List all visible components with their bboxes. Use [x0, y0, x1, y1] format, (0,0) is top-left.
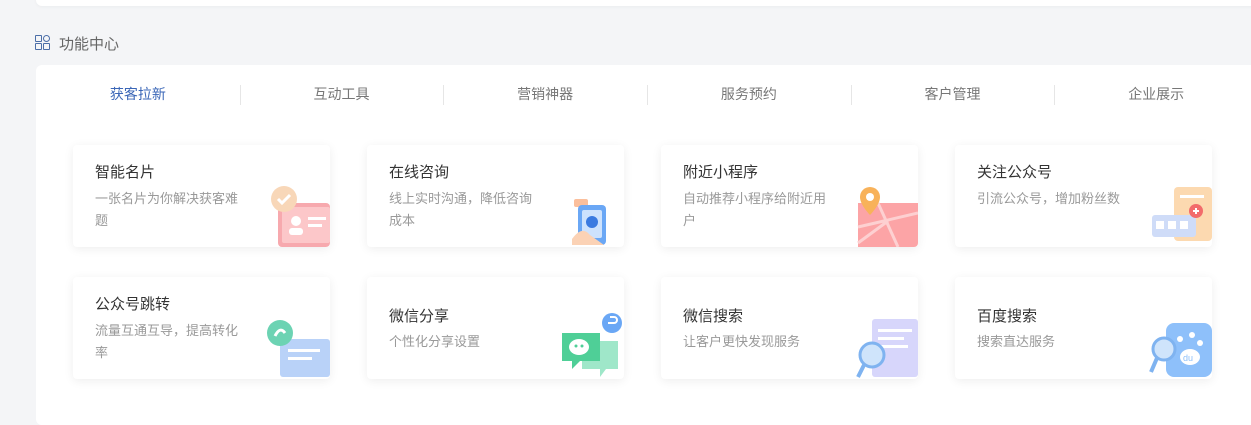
wechat-share-icon [562, 313, 622, 377]
card-title: 百度搜索 [977, 307, 1038, 325]
tab-acquisition[interactable]: 获客拉新 [36, 83, 240, 107]
redirect-icon [267, 320, 330, 377]
card-wechat-share[interactable]: 微信分享 个性化分享设置 [367, 277, 624, 379]
section-title: 功能中心 [59, 34, 120, 53]
card-title: 在线咨询 [389, 163, 450, 181]
card-title: 智能名片 [95, 163, 156, 181]
tab-customer-management[interactable]: 客户管理 [850, 83, 1055, 107]
card-title: 关注公众号 [977, 163, 1053, 181]
card-smart-business-card[interactable]: 智能名片 一张名片为你解决获客难题 [73, 145, 330, 247]
baidu-search-icon: du [1149, 323, 1212, 377]
card-description: 个性化分享设置 [389, 335, 481, 350]
grid-icon [35, 35, 51, 51]
card-description: 线上实时沟通，降低咨询成本 [389, 192, 533, 229]
wechat-search-icon [856, 319, 918, 378]
feature-panel: 获客拉新 互动工具 营销神器 服务预约 客户管理 企业展示 智能名片 一张名片为… [36, 65, 1251, 425]
top-card [36, 0, 1251, 6]
card-title: 附近小程序 [683, 163, 759, 181]
card-description: 让客户更快发现服务 [683, 335, 801, 350]
tab-bar: 获客拉新 互动工具 营销神器 服务预约 客户管理 企业展示 [36, 83, 1251, 107]
business-card-icon [271, 186, 330, 247]
card-baidu-search[interactable]: 百度搜索 搜索直达服务 du [955, 277, 1212, 379]
card-title: 公众号跳转 [95, 295, 171, 313]
phone-consult-icon [572, 199, 606, 245]
card-nearby-miniprogram[interactable]: 附近小程序 自动推荐小程序给附近用户 [661, 145, 918, 247]
card-wechat-search[interactable]: 微信搜索 让客户更快发现服务 [661, 277, 918, 379]
section-header: 功能中心 [35, 32, 119, 54]
card-description: 流量互通互导，提高转化率 [95, 324, 239, 361]
card-description: 引流公众号，增加粉丝数 [977, 192, 1121, 207]
tab-service-booking[interactable]: 服务预约 [647, 83, 851, 107]
card-description: 一张名片为你解决获客难题 [95, 192, 239, 229]
card-title: 微信搜索 [683, 307, 744, 325]
card-description: 搜索直达服务 [977, 335, 1056, 350]
svg-text:du: du [1183, 353, 1193, 363]
tab-company-showcase[interactable]: 企业展示 [1054, 83, 1251, 107]
map-pin-icon [857, 187, 918, 247]
card-description: 自动推荐小程序给附近用户 [683, 192, 827, 229]
tab-marketing-tools[interactable]: 营销神器 [443, 83, 647, 107]
card-follow-official-account[interactable]: 关注公众号 引流公众号，增加粉丝数 [955, 145, 1212, 247]
card-title: 微信分享 [389, 307, 450, 325]
tab-interaction-tools[interactable]: 互动工具 [239, 83, 444, 107]
subscribe-icon [1152, 187, 1212, 241]
card-official-account-redirect[interactable]: 公众号跳转 流量互通互导，提高转化率 [73, 277, 330, 379]
card-online-consult[interactable]: 在线咨询 线上实时沟通，降低咨询成本 [367, 145, 624, 247]
